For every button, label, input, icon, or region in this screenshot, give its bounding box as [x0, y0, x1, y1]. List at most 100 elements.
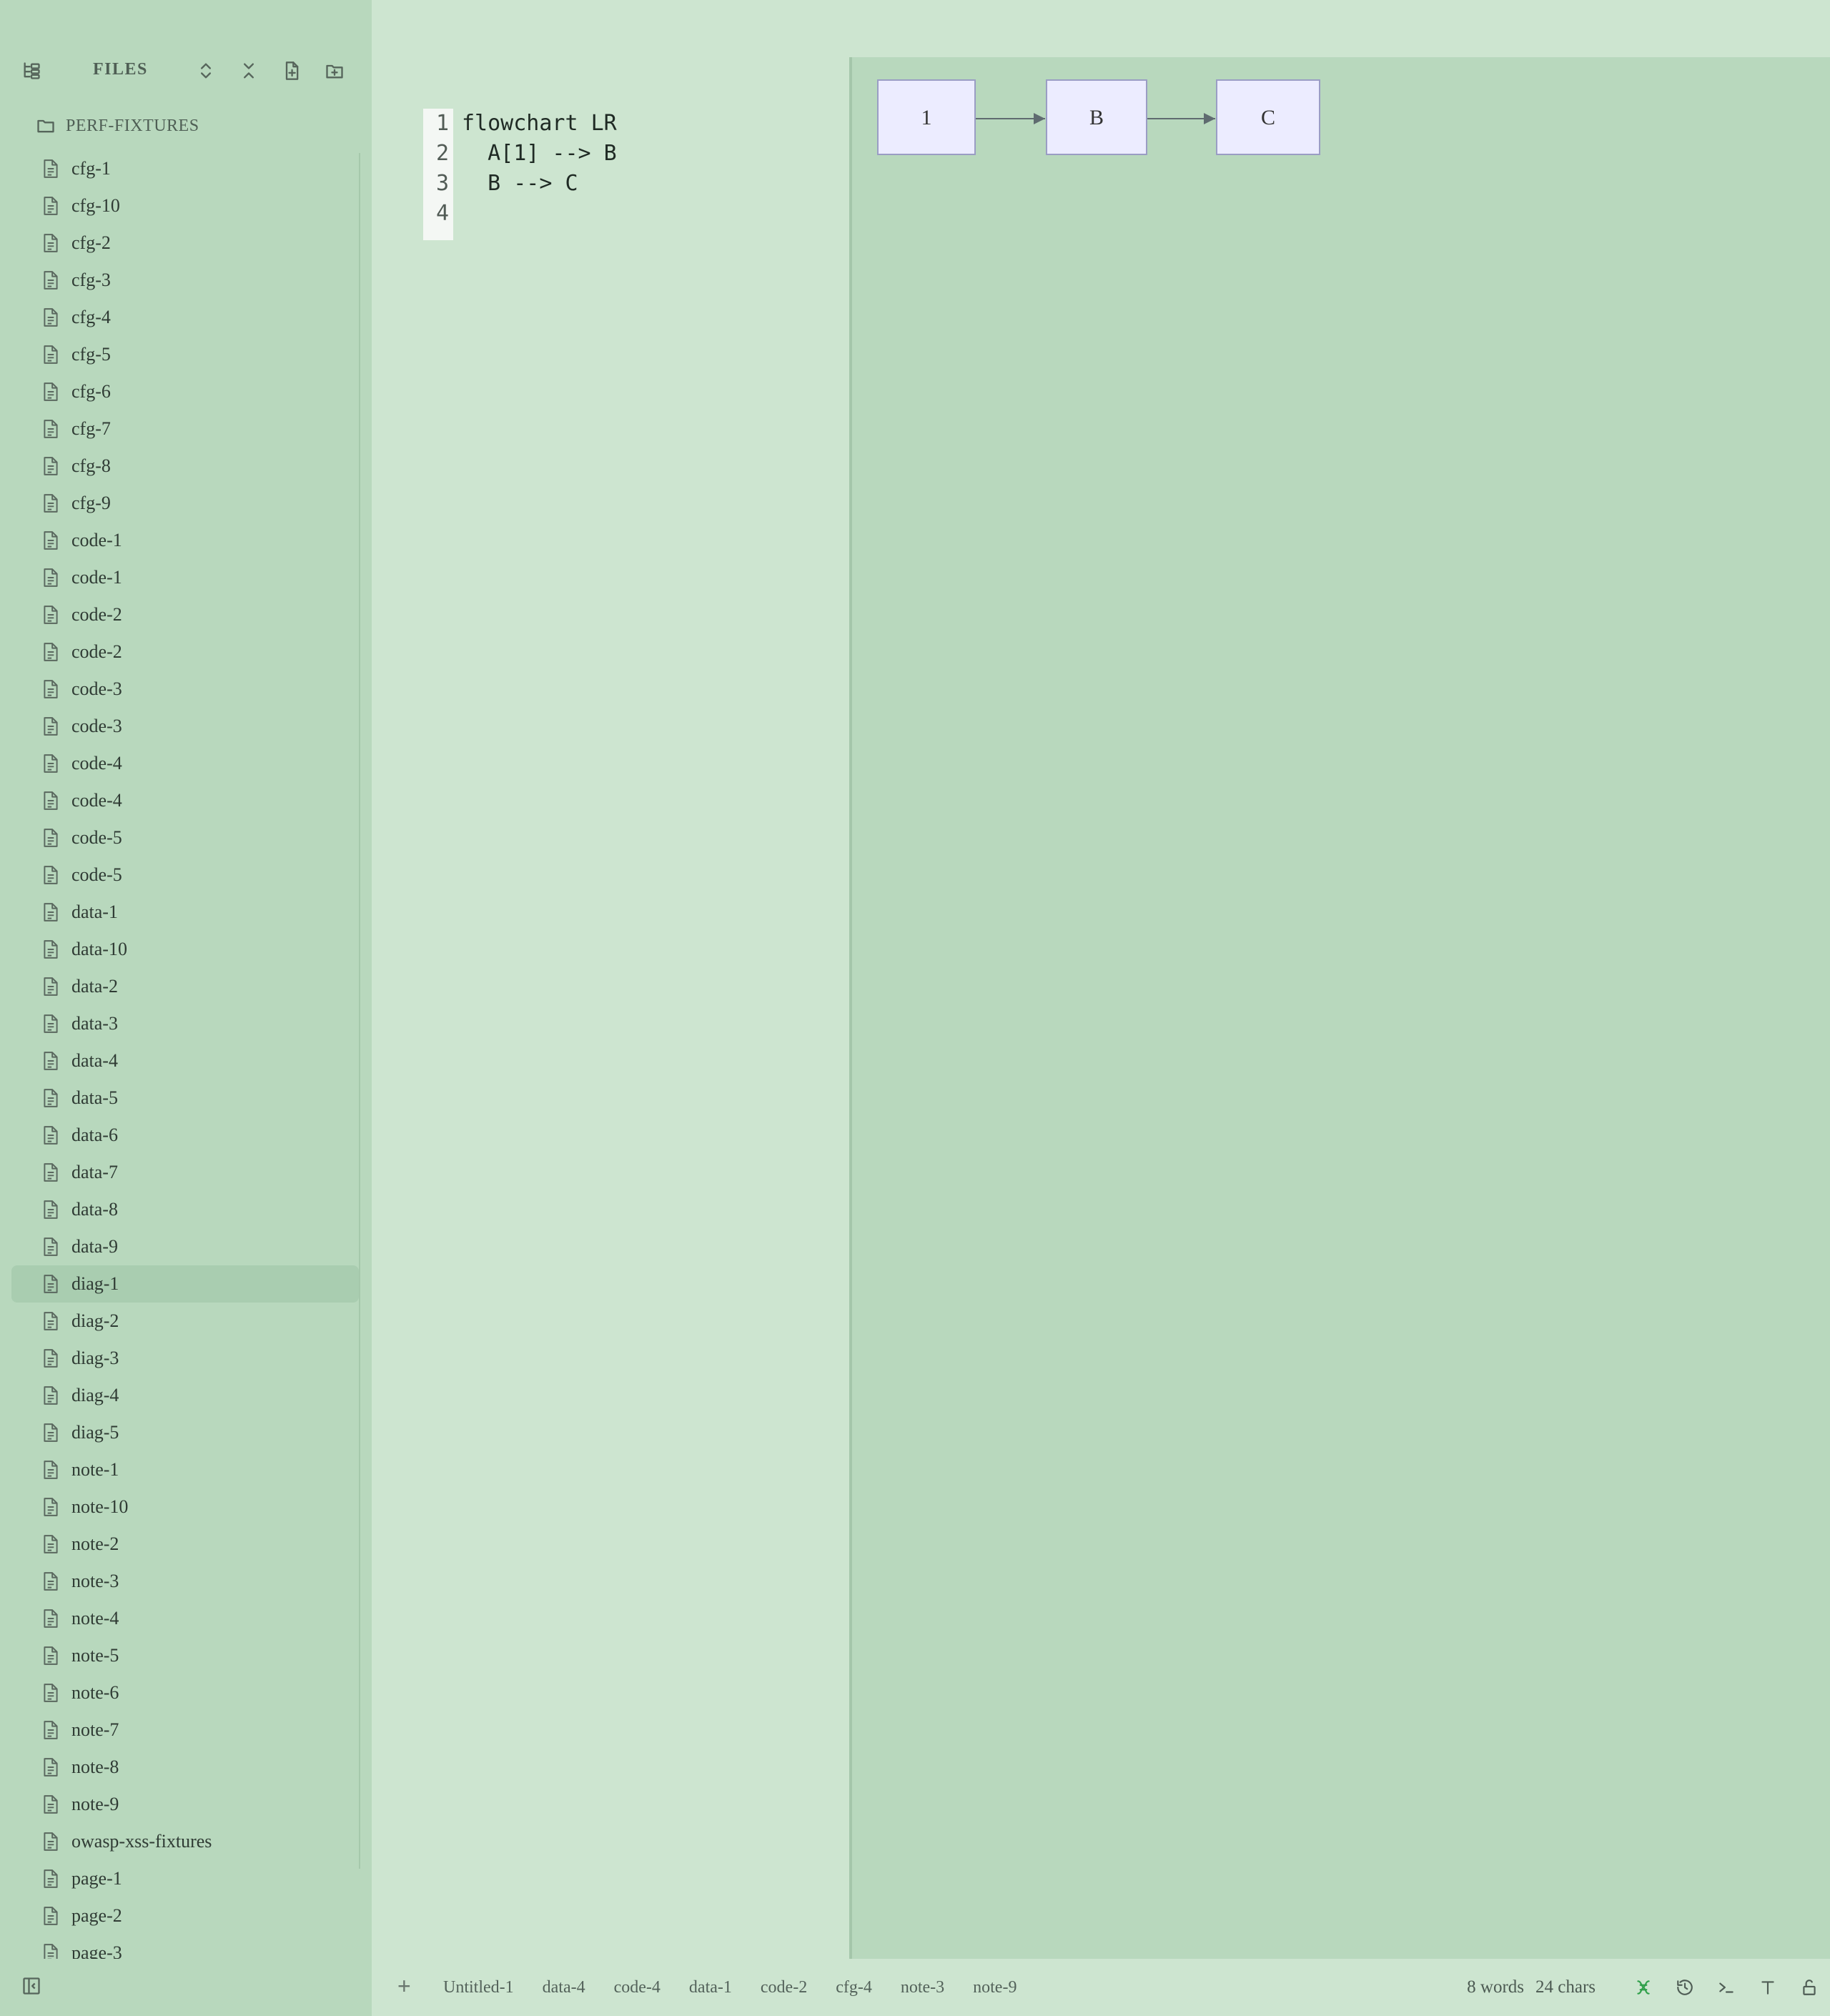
file-item[interactable]: note-5	[11, 1637, 359, 1674]
file-item[interactable]: page-1	[11, 1860, 359, 1897]
typography-icon[interactable]	[1747, 1973, 1789, 2002]
tab-data-4[interactable]: data-4	[543, 1978, 585, 1997]
file-item[interactable]: code-2	[11, 633, 359, 671]
code-content[interactable]: flowchart LR A[1] --> B B --> C	[462, 109, 617, 229]
file-icon	[44, 1684, 58, 1702]
tab-code-2[interactable]: code-2	[761, 1978, 807, 1997]
file-item[interactable]: code-4	[11, 782, 359, 819]
line-number: 2	[435, 141, 449, 166]
file-item[interactable]: cfg-6	[11, 373, 359, 410]
code-editor[interactable]: 1 2 3 4 flowchart LR A[1] --> B B --> C	[372, 57, 849, 1959]
file-icon	[44, 308, 58, 327]
lock-icon[interactable]	[1789, 1973, 1830, 2002]
file-item[interactable]: cfg-10	[11, 187, 359, 224]
file-item[interactable]: data-10	[11, 931, 359, 968]
file-item[interactable]: code-1	[11, 559, 359, 596]
file-item-label: data-8	[71, 1199, 118, 1220]
file-item[interactable]: code-1	[11, 522, 359, 559]
file-icon	[44, 1535, 58, 1553]
file-item[interactable]: data-8	[11, 1191, 359, 1228]
file-item-label: page-1	[71, 1868, 122, 1889]
file-item[interactable]: note-4	[11, 1600, 359, 1637]
file-item[interactable]: diag-2	[11, 1303, 359, 1340]
tab-note-3[interactable]: note-3	[901, 1978, 944, 1997]
file-item-label: note-1	[71, 1459, 119, 1480]
file-item[interactable]: cfg-2	[11, 224, 359, 262]
file-item[interactable]: data-4	[11, 1042, 359, 1079]
file-tree-icon[interactable]	[20, 59, 43, 82]
tab-note-9[interactable]: note-9	[973, 1978, 1017, 1997]
file-item[interactable]: cfg-8	[11, 448, 359, 485]
expand-all-icon[interactable]	[194, 59, 217, 82]
file-item[interactable]: owasp-xss-fixtures	[11, 1823, 359, 1860]
file-icon	[44, 1832, 58, 1851]
file-item-label: note-2	[71, 1533, 119, 1554]
file-item[interactable]: data-2	[11, 968, 359, 1005]
file-icon	[44, 1312, 58, 1330]
file-item-label: diag-1	[71, 1273, 119, 1294]
file-icon	[44, 345, 58, 364]
tab-data-1[interactable]: data-1	[689, 1978, 732, 1997]
code-line[interactable]: B --> C	[462, 169, 617, 199]
file-item[interactable]: page-3	[11, 1935, 359, 1959]
file-item[interactable]: code-5	[11, 819, 359, 856]
file-icon	[44, 271, 58, 290]
file-item-label: data-1	[71, 901, 118, 922]
tab-code-4[interactable]: code-4	[614, 1978, 661, 1997]
file-item-label: cfg-4	[71, 307, 111, 327]
file-item[interactable]: cfg-3	[11, 262, 359, 299]
line-number: 4	[435, 201, 449, 226]
new-tab-button[interactable]: +	[397, 1973, 411, 2000]
file-item[interactable]: note-2	[11, 1526, 359, 1563]
history-icon[interactable]	[1664, 1973, 1706, 2002]
file-item[interactable]: data-7	[11, 1154, 359, 1191]
file-item[interactable]: code-5	[11, 856, 359, 894]
file-item[interactable]: data-9	[11, 1228, 359, 1265]
root-folder[interactable]: PERF-FIXTURES	[36, 112, 199, 140]
file-item[interactable]: code-3	[11, 708, 359, 745]
sync-status-icon[interactable]	[1623, 1973, 1664, 2002]
file-item[interactable]: note-8	[11, 1749, 359, 1786]
file-item[interactable]: cfg-5	[11, 336, 359, 373]
file-item[interactable]: note-9	[11, 1786, 359, 1823]
file-icon	[44, 568, 58, 587]
new-file-icon[interactable]	[280, 59, 303, 82]
file-item[interactable]: code-4	[11, 745, 359, 782]
tab-untitled-1[interactable]: Untitled-1	[443, 1978, 514, 1997]
collapse-all-icon[interactable]	[237, 59, 260, 82]
file-icon	[44, 977, 58, 996]
file-item[interactable]: cfg-1	[11, 150, 359, 187]
file-item-label: data-4	[71, 1050, 118, 1071]
file-item[interactable]: diag-1	[11, 1265, 359, 1303]
file-item[interactable]: data-5	[11, 1079, 359, 1117]
file-item[interactable]: code-2	[11, 596, 359, 633]
file-icon	[44, 457, 58, 475]
file-item[interactable]: note-1	[11, 1451, 359, 1488]
file-item[interactable]: page-2	[11, 1897, 359, 1935]
flow-node-label: C	[1261, 106, 1275, 129]
file-icon	[44, 197, 58, 215]
file-item[interactable]: diag-3	[11, 1340, 359, 1377]
file-item[interactable]: code-3	[11, 671, 359, 708]
sidebar-toggle-icon[interactable]	[20, 1975, 43, 1997]
code-line[interactable]: A[1] --> B	[462, 139, 617, 169]
file-item[interactable]: data-1	[11, 894, 359, 931]
code-line[interactable]: flowchart LR	[462, 109, 617, 139]
file-item[interactable]: data-3	[11, 1005, 359, 1042]
file-item-label: page-3	[71, 1942, 122, 1959]
file-item[interactable]: cfg-7	[11, 410, 359, 448]
file-item[interactable]: note-7	[11, 1711, 359, 1749]
file-item[interactable]: note-6	[11, 1674, 359, 1711]
new-folder-icon[interactable]	[323, 59, 346, 82]
code-line[interactable]	[462, 199, 617, 229]
file-item[interactable]: note-10	[11, 1488, 359, 1526]
tab-cfg-4[interactable]: cfg-4	[836, 1978, 872, 1997]
file-item[interactable]: cfg-4	[11, 299, 359, 336]
file-item[interactable]: diag-5	[11, 1414, 359, 1451]
file-item[interactable]: cfg-9	[11, 485, 359, 522]
terminal-icon[interactable]	[1706, 1973, 1747, 2002]
file-item[interactable]: diag-4	[11, 1377, 359, 1414]
file-item[interactable]: data-6	[11, 1117, 359, 1154]
file-item-label: data-7	[71, 1162, 118, 1182]
file-item[interactable]: note-3	[11, 1563, 359, 1600]
